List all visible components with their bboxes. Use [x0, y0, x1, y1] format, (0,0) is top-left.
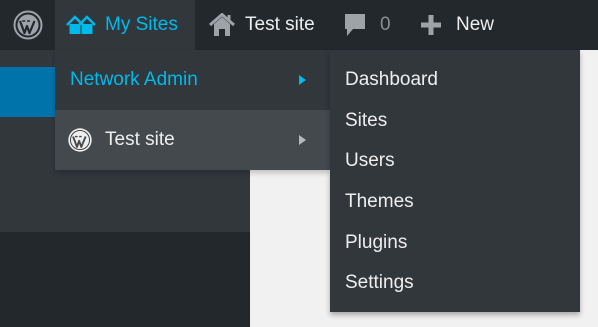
my-sites-label: My Sites: [105, 14, 178, 35]
test-site-item[interactable]: Test site: [55, 110, 330, 170]
comment-icon: [343, 12, 367, 38]
submenu-plugins[interactable]: Plugins: [330, 222, 580, 263]
submenu-users[interactable]: Users: [330, 141, 580, 182]
comments-count: 0: [380, 14, 391, 35]
network-admin-label: Network Admin: [70, 69, 198, 90]
my-sites-dropdown: Network Admin Test site: [55, 50, 330, 170]
network-admin-submenu: Dashboard Sites Users Themes Plugins Set…: [330, 50, 580, 312]
plus-icon: [420, 14, 442, 36]
test-site-item-label: Test site: [105, 129, 175, 150]
submenu-settings[interactable]: Settings: [330, 263, 580, 304]
submenu-arrow-icon: [299, 135, 306, 145]
new-label: New: [456, 14, 495, 35]
home-icon: [209, 13, 235, 37]
wordpress-logo-icon: [13, 10, 43, 40]
new-content-menu[interactable]: New: [420, 0, 494, 50]
comments-menu[interactable]: 0: [343, 0, 391, 50]
admin-sidebar-lower: [0, 232, 250, 327]
wordpress-logo-icon: [67, 127, 93, 153]
submenu-dashboard[interactable]: Dashboard: [330, 60, 580, 101]
screen: My Sites Test site 0 New Network Admin T…: [0, 0, 598, 327]
test-site-menu[interactable]: Test site: [205, 0, 315, 50]
wordpress-menu[interactable]: [0, 0, 55, 50]
sidebar-active-indicator: [0, 67, 55, 117]
my-sites-icon: [65, 13, 97, 37]
submenu-arrow-icon: [299, 75, 306, 85]
test-site-label: Test site: [245, 14, 315, 35]
submenu-sites[interactable]: Sites: [330, 101, 580, 142]
submenu-themes[interactable]: Themes: [330, 182, 580, 223]
admin-bar: My Sites Test site 0 New: [0, 0, 598, 50]
my-sites-menu[interactable]: My Sites: [55, 0, 195, 50]
network-admin-item[interactable]: Network Admin: [55, 50, 330, 110]
